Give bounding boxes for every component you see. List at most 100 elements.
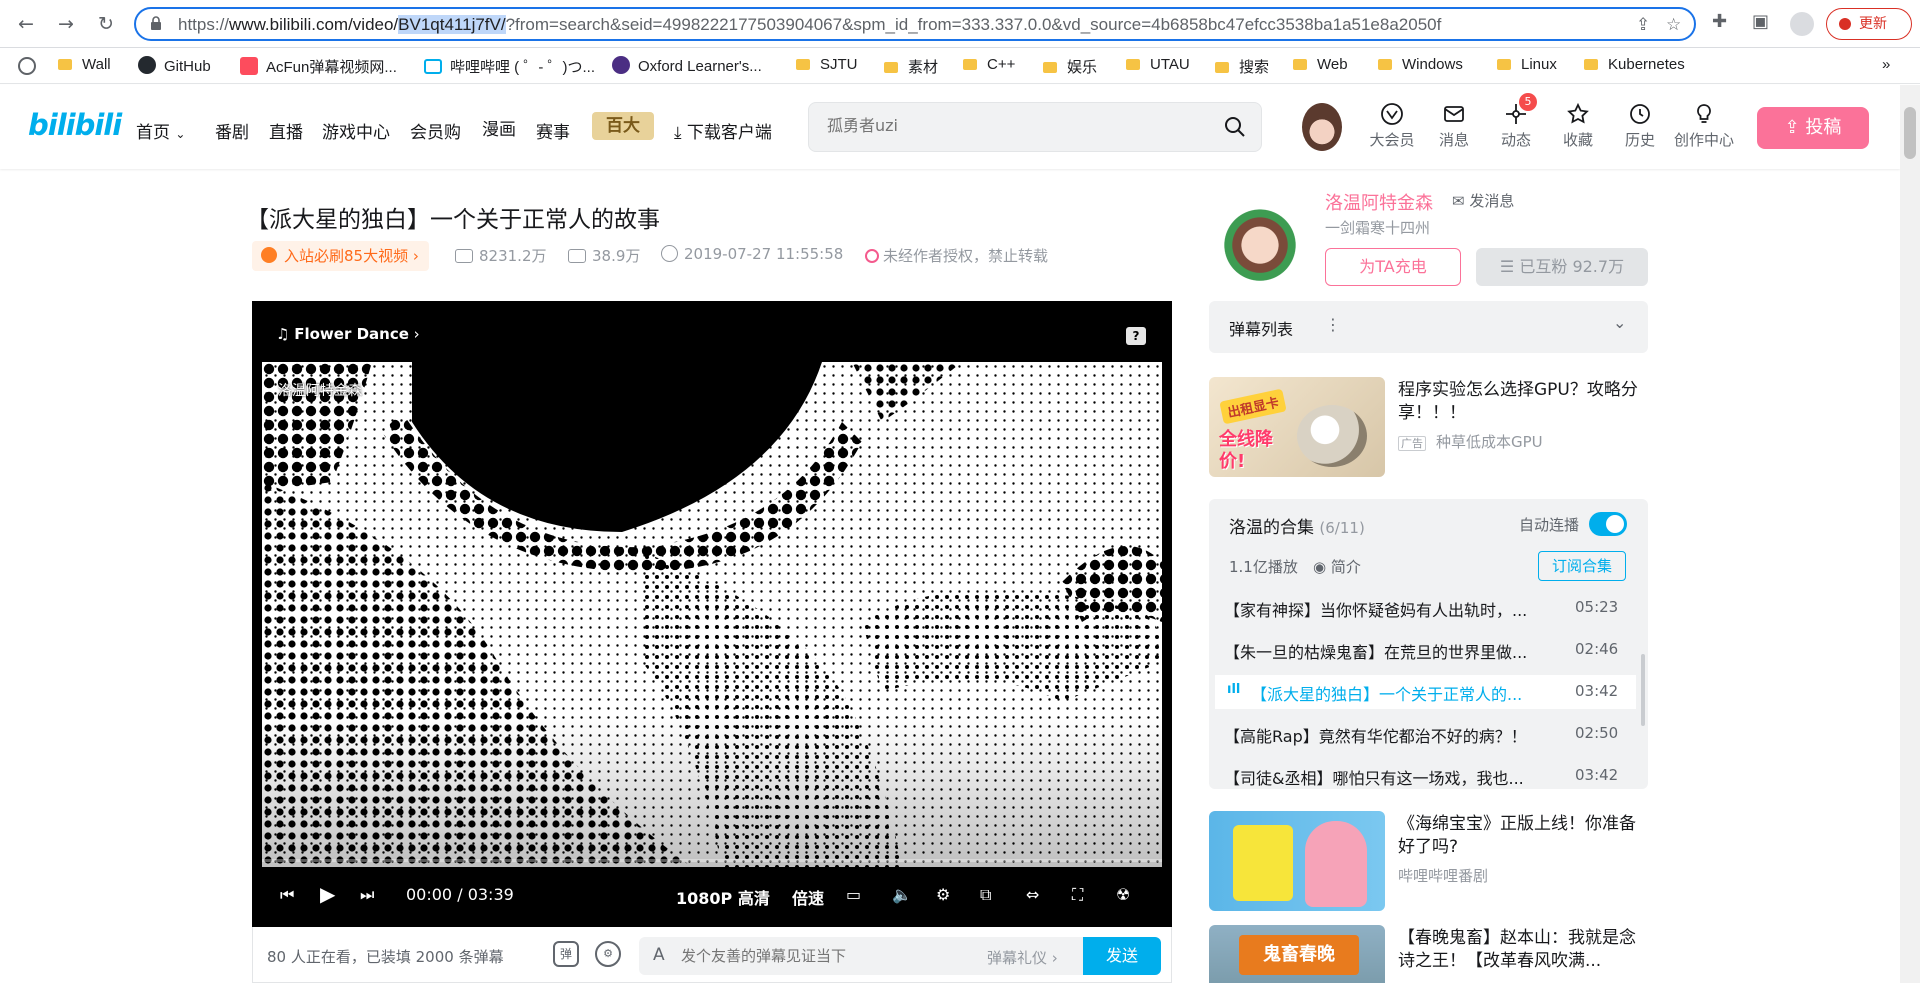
chevron-down-icon[interactable]: ⌄ bbox=[1613, 313, 1626, 332]
url-text[interactable]: https://www.bilibili.com/video/BV1qt411j… bbox=[178, 15, 1441, 35]
header-favorites[interactable]: 收藏 bbox=[1548, 102, 1608, 150]
song-tag[interactable]: ♫ Flower Dance › bbox=[276, 325, 420, 343]
episode-item[interactable]: 【高能Rap】竟然有华佗都治不好的病？！ 02:50 bbox=[1209, 717, 1648, 751]
bookmark-windows[interactable]: Windows bbox=[1378, 56, 1463, 76]
danmaku-etiquette-link[interactable]: 弹幕礼仪 › bbox=[987, 947, 1058, 968]
bookmark-web[interactable]: Web bbox=[1293, 56, 1348, 76]
uploader-name[interactable]: 洛温阿特金森 bbox=[1325, 189, 1433, 215]
scrollbar-thumb[interactable] bbox=[1904, 107, 1916, 159]
nav-live[interactable]: 直播 bbox=[269, 118, 303, 143]
danmaku-list-header[interactable]: 弹幕列表 ⋮ ⌄ bbox=[1209, 301, 1648, 353]
forward-icon[interactable]: → bbox=[52, 10, 80, 38]
charge-button[interactable]: 为TA充电 bbox=[1325, 248, 1461, 286]
nav-download-client[interactable]: ⤓ 下载客户端 bbox=[674, 118, 772, 143]
nav-home[interactable]: 首页 ⌄ bbox=[136, 118, 185, 143]
event-logo[interactable]: 百大 bbox=[592, 112, 654, 140]
episode-item[interactable]: 【朱一旦的枯燥鬼畜】在荒旦的世界里做... 02:46 bbox=[1209, 633, 1648, 667]
back-icon[interactable]: ← bbox=[12, 10, 40, 38]
danmaku-input[interactable] bbox=[681, 947, 981, 965]
prev-icon[interactable]: ⏮ bbox=[280, 885, 294, 905]
progress-track[interactable] bbox=[262, 859, 1162, 862]
bookmark-bilibili[interactable]: 哔哩哔哩 ( ゜- ゜)つ... bbox=[424, 56, 595, 76]
bookmark-github[interactable]: GitHub bbox=[138, 56, 211, 76]
autoplay-toggle[interactable] bbox=[1589, 512, 1627, 536]
header-history[interactable]: 历史 bbox=[1610, 102, 1670, 150]
spongebob-thumbnail[interactable] bbox=[1209, 811, 1385, 911]
update-button[interactable]: 更新 bbox=[1826, 8, 1912, 40]
nav-mall[interactable]: 会员购 bbox=[410, 118, 461, 143]
subtitle-off-icon[interactable]: ▭ bbox=[846, 885, 861, 904]
nav-game-center[interactable]: 游戏中心 bbox=[322, 118, 390, 143]
danmaku-toggle-icon[interactable]: 弹 bbox=[553, 941, 579, 967]
more-bookmarks-icon[interactable]: » bbox=[1882, 56, 1890, 76]
header-dynamic[interactable]: 动态 bbox=[1486, 102, 1546, 150]
collection-intro[interactable]: ◉ 简介 bbox=[1313, 556, 1361, 577]
bookmark-sucai[interactable]: 素材 bbox=[884, 56, 938, 76]
bookmark-cpp[interactable]: C++ bbox=[963, 56, 1015, 76]
profile-icon[interactable] bbox=[1790, 12, 1814, 36]
send-button[interactable]: 发送 bbox=[1083, 937, 1161, 975]
video-player[interactable]: ♫ Flower Dance › ? 洛温阿特金森 ⏮ ▶ ⏭ 00:00 / … bbox=[252, 301, 1172, 927]
rank-badge[interactable]: 入站必刷85大视频 › bbox=[252, 241, 429, 271]
quality-button[interactable]: 1080P 高清 bbox=[676, 885, 770, 909]
reload-icon[interactable]: ↻ bbox=[92, 10, 120, 38]
bookmark-oxford[interactable]: Oxford Learner's... bbox=[612, 56, 762, 76]
lock-icon[interactable] bbox=[150, 16, 162, 33]
nav-bangumi[interactable]: 番剧 bbox=[215, 118, 249, 143]
recommend-title[interactable]: 【春晚鬼畜】赵本山：我就是念诗之王！【改革春风吹满... bbox=[1398, 927, 1648, 973]
bookmark-yule[interactable]: 娱乐 bbox=[1043, 56, 1097, 76]
extensions-icon[interactable]: ✚ bbox=[1712, 11, 1727, 32]
volume-icon[interactable]: 🔈 bbox=[892, 885, 912, 904]
uploader-avatar[interactable] bbox=[1219, 200, 1301, 282]
pip-icon[interactable]: ⧉ bbox=[980, 885, 991, 905]
bookmark-kubernetes[interactable]: Kubernetes bbox=[1584, 56, 1685, 76]
upload-button[interactable]: ⇪ 投稿 bbox=[1757, 107, 1869, 149]
widescreen-icon[interactable]: ⇔ bbox=[1026, 885, 1039, 904]
ad-thumbnail[interactable]: 出租显卡 全线降价! bbox=[1209, 377, 1385, 477]
search-input[interactable] bbox=[827, 116, 1207, 135]
radiation-icon[interactable]: ☢ bbox=[1116, 885, 1130, 904]
settings-icon[interactable]: ⚙ bbox=[936, 885, 950, 904]
collection-title[interactable]: 洛温的合集 (6/11) bbox=[1229, 513, 1365, 538]
nav-esports[interactable]: 赛事 bbox=[536, 118, 570, 143]
header-creator-center[interactable]: 创作中心 bbox=[1672, 102, 1736, 150]
bookmark-utau[interactable]: UTAU bbox=[1126, 56, 1190, 76]
bookmark-sjtu[interactable]: SJTU bbox=[796, 56, 858, 76]
bookmark-linux[interactable]: Linux bbox=[1497, 56, 1557, 76]
star-bookmark-icon[interactable]: ☆ bbox=[1666, 15, 1681, 35]
share-icon[interactable]: ⇪ bbox=[1636, 15, 1650, 35]
ad-title[interactable]: 程序实验怎么选择GPU？攻略分享！！！ bbox=[1398, 379, 1648, 425]
recommend-card[interactable]: 《海绵宝宝》正版上线！你准备好了吗? 哔哩哔哩番剧 bbox=[1209, 811, 1648, 911]
font-style-icon[interactable]: A bbox=[653, 945, 665, 965]
play-icon[interactable]: ▶ bbox=[320, 882, 335, 906]
ad-card[interactable]: 出租显卡 全线降价! 程序实验怎么选择GPU？攻略分享！！！ 广告 种草低成本GP… bbox=[1209, 377, 1648, 477]
send-message-link[interactable]: ✉ 发消息 bbox=[1452, 190, 1514, 211]
nav-manga[interactable]: 漫画 bbox=[482, 115, 516, 140]
apps-globe-icon[interactable] bbox=[18, 57, 36, 75]
bookmark-search[interactable]: 搜索 bbox=[1215, 56, 1269, 76]
next-icon[interactable]: ⏭ bbox=[360, 885, 374, 905]
collection-scrollbar[interactable] bbox=[1641, 654, 1645, 726]
search-icon[interactable] bbox=[1223, 115, 1247, 139]
user-avatar[interactable] bbox=[1302, 103, 1342, 151]
danmaku-settings-icon[interactable]: ⚙ bbox=[595, 941, 621, 967]
gala-thumbnail[interactable]: 鬼畜春晚 bbox=[1209, 925, 1385, 983]
recommend-title[interactable]: 《海绵宝宝》正版上线！你准备好了吗? bbox=[1398, 813, 1648, 859]
recommend-card[interactable]: 鬼畜春晚 【春晚鬼畜】赵本山：我就是念诗之王！【改革春风吹满... bbox=[1209, 925, 1648, 983]
help-icon[interactable]: ? bbox=[1126, 327, 1146, 345]
video-frame[interactable]: 洛温阿特金森 bbox=[262, 362, 1162, 867]
header-messages[interactable]: 消息 bbox=[1424, 102, 1484, 150]
episode-item[interactable]: 【司徒&丞相】哪怕只有这一场戏，我也... 03:42 bbox=[1209, 759, 1648, 789]
fullscreen-icon[interactable]: ⛶ bbox=[1072, 885, 1083, 905]
more-icon[interactable]: ⋮ bbox=[1325, 315, 1341, 334]
follow-button[interactable]: ☰ 已互粉 92.7万 bbox=[1476, 248, 1648, 286]
page-scrollbar[interactable] bbox=[1900, 85, 1920, 983]
address-bar[interactable]: https://www.bilibili.com/video/BV1qt411j… bbox=[134, 7, 1696, 41]
side-panel-icon[interactable]: ▣ bbox=[1752, 11, 1769, 32]
bilibili-logo[interactable]: bilibili bbox=[28, 108, 122, 142]
episode-item[interactable]: 【家有神探】当你怀疑爸妈有人出轨时，... 05:23 bbox=[1209, 591, 1648, 625]
subscribe-collection-button[interactable]: 订阅合集 bbox=[1538, 551, 1626, 581]
episode-item-active[interactable]: ıll 【派大星的独白】一个关于正常人的... 03:42 bbox=[1215, 675, 1636, 709]
speed-button[interactable]: 倍速 bbox=[792, 885, 824, 909]
bookmark-wall[interactable]: Wall bbox=[58, 56, 111, 76]
